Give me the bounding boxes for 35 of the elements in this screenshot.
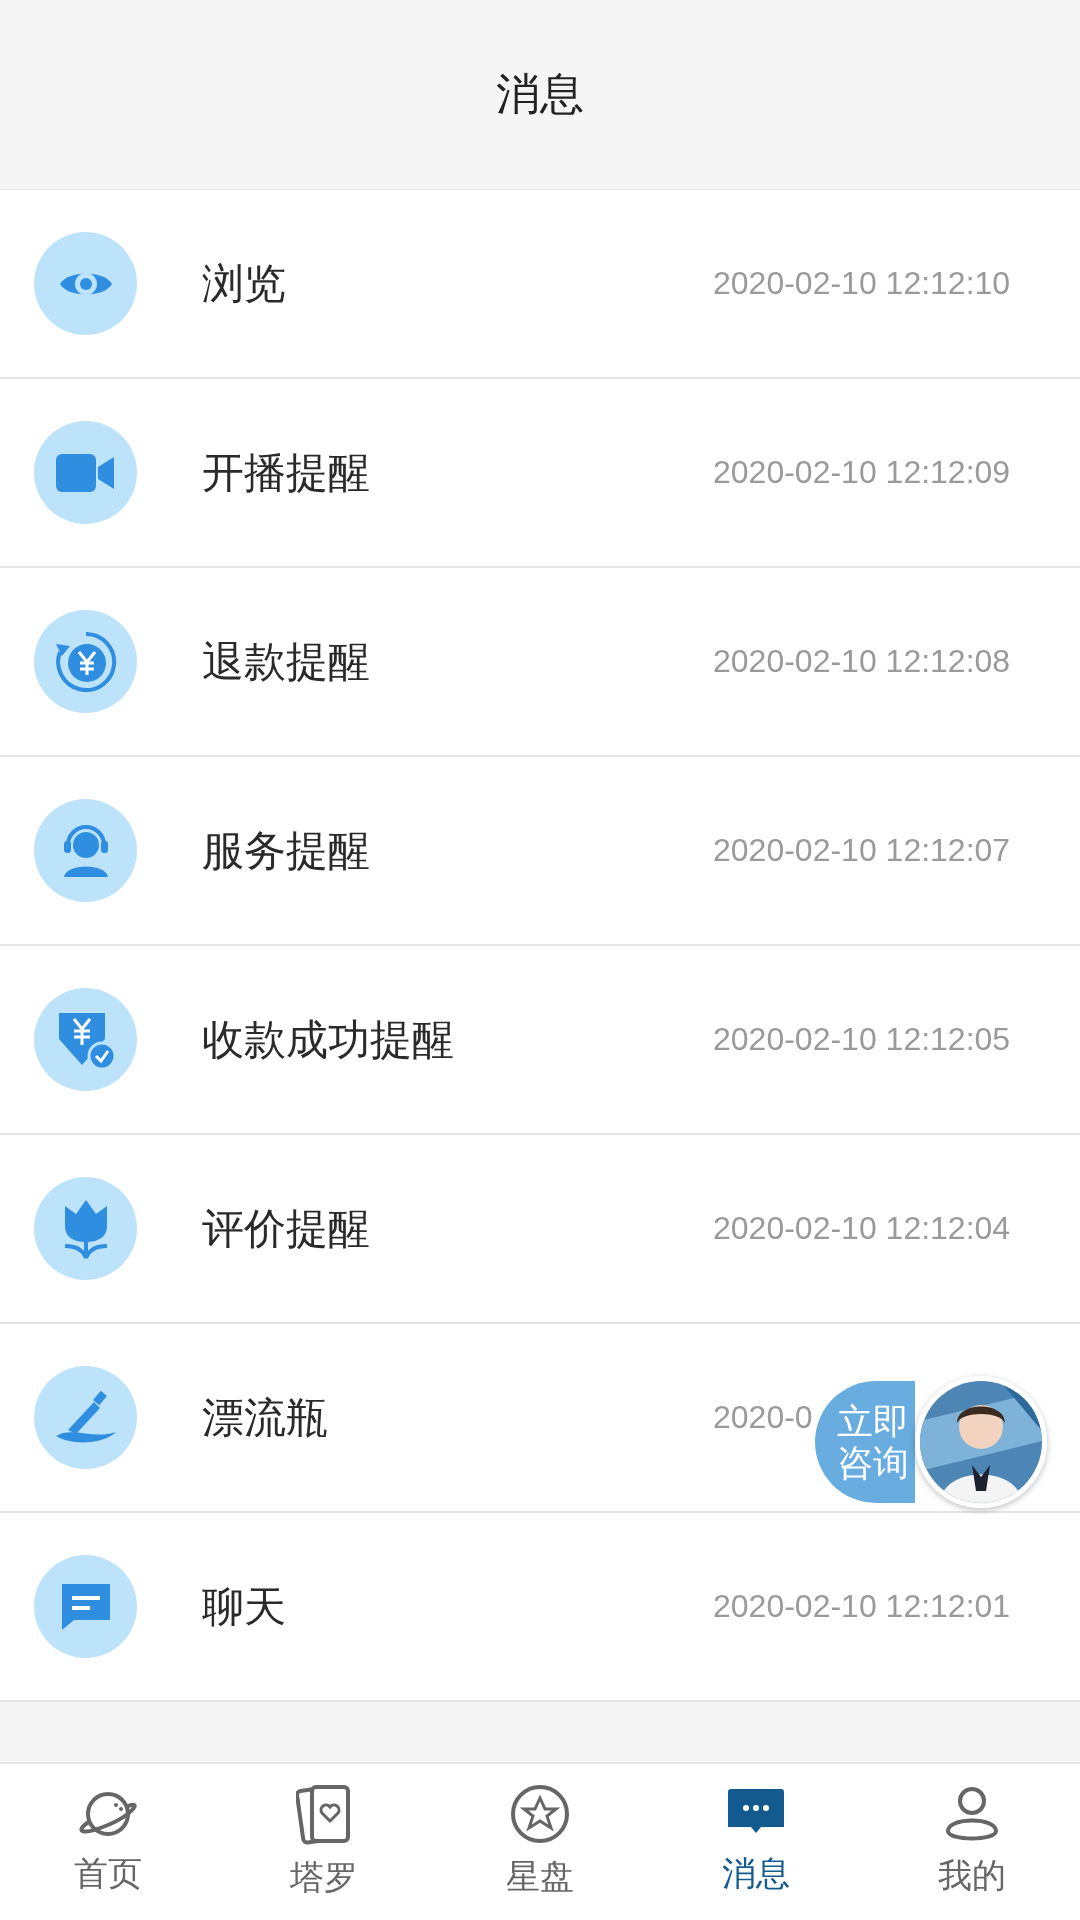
message-row[interactable]: 开播提醒 2020-02-10 12:12:09: [0, 379, 1080, 568]
tab-item[interactable]: 星盘: [432, 1764, 648, 1920]
video-camera-icon: [55, 451, 116, 494]
tab-item[interactable]: 消息: [648, 1764, 864, 1920]
cards-icon: [296, 1783, 352, 1845]
message-row[interactable]: 收款成功提醒 2020-02-10 12:12:05: [0, 946, 1080, 1135]
message-time: 2020-0: [713, 1399, 813, 1436]
tab-item[interactable]: 我的: [864, 1764, 1080, 1920]
message-time: 2020-02-10 12:12:10: [713, 265, 1011, 302]
person-icon: [944, 1785, 1000, 1843]
message-time: 2020-02-10 12:12:08: [713, 643, 1011, 680]
message-time: 2020-02-10 12:12:07: [713, 832, 1011, 869]
message-time: 2020-02-10 12:12:01: [713, 1588, 1011, 1625]
page-title: 消息: [496, 67, 584, 121]
message-row[interactable]: 退款提醒 2020-02-10 12:12:08: [0, 568, 1080, 757]
refund-icon: [53, 629, 118, 694]
message-title: 漂流瓶: [202, 1391, 328, 1444]
tab-item[interactable]: 塔罗: [216, 1764, 432, 1920]
message-title: 开播提醒: [202, 446, 370, 499]
tab-item[interactable]: 首页: [0, 1764, 216, 1920]
message-row[interactable]: 服务提醒 2020-02-10 12:12:07: [0, 757, 1080, 946]
message-time: 2020-02-10 12:12:05: [713, 1021, 1011, 1058]
message-time: 2020-02-10 12:12:04: [713, 1210, 1011, 1247]
message-row[interactable]: 聊天 2020-02-10 12:12:01: [0, 1513, 1080, 1702]
message-row[interactable]: 浏览 2020-02-10 12:12:10: [0, 190, 1080, 379]
chat-icon: [59, 1581, 112, 1632]
star-circle-icon: [510, 1784, 570, 1844]
message-title: 聊天: [202, 1580, 286, 1633]
message-title: 浏览: [202, 257, 286, 310]
message-row[interactable]: 评价提醒 2020-02-10 12:12:04: [0, 1135, 1080, 1324]
message-title: 收款成功提醒: [202, 1013, 454, 1066]
message-title: 服务提醒: [202, 824, 370, 877]
message-time: 2020-02-10 12:12:09: [713, 454, 1011, 491]
message-title: 评价提醒: [202, 1202, 370, 1255]
message-title: 退款提醒: [202, 635, 370, 688]
